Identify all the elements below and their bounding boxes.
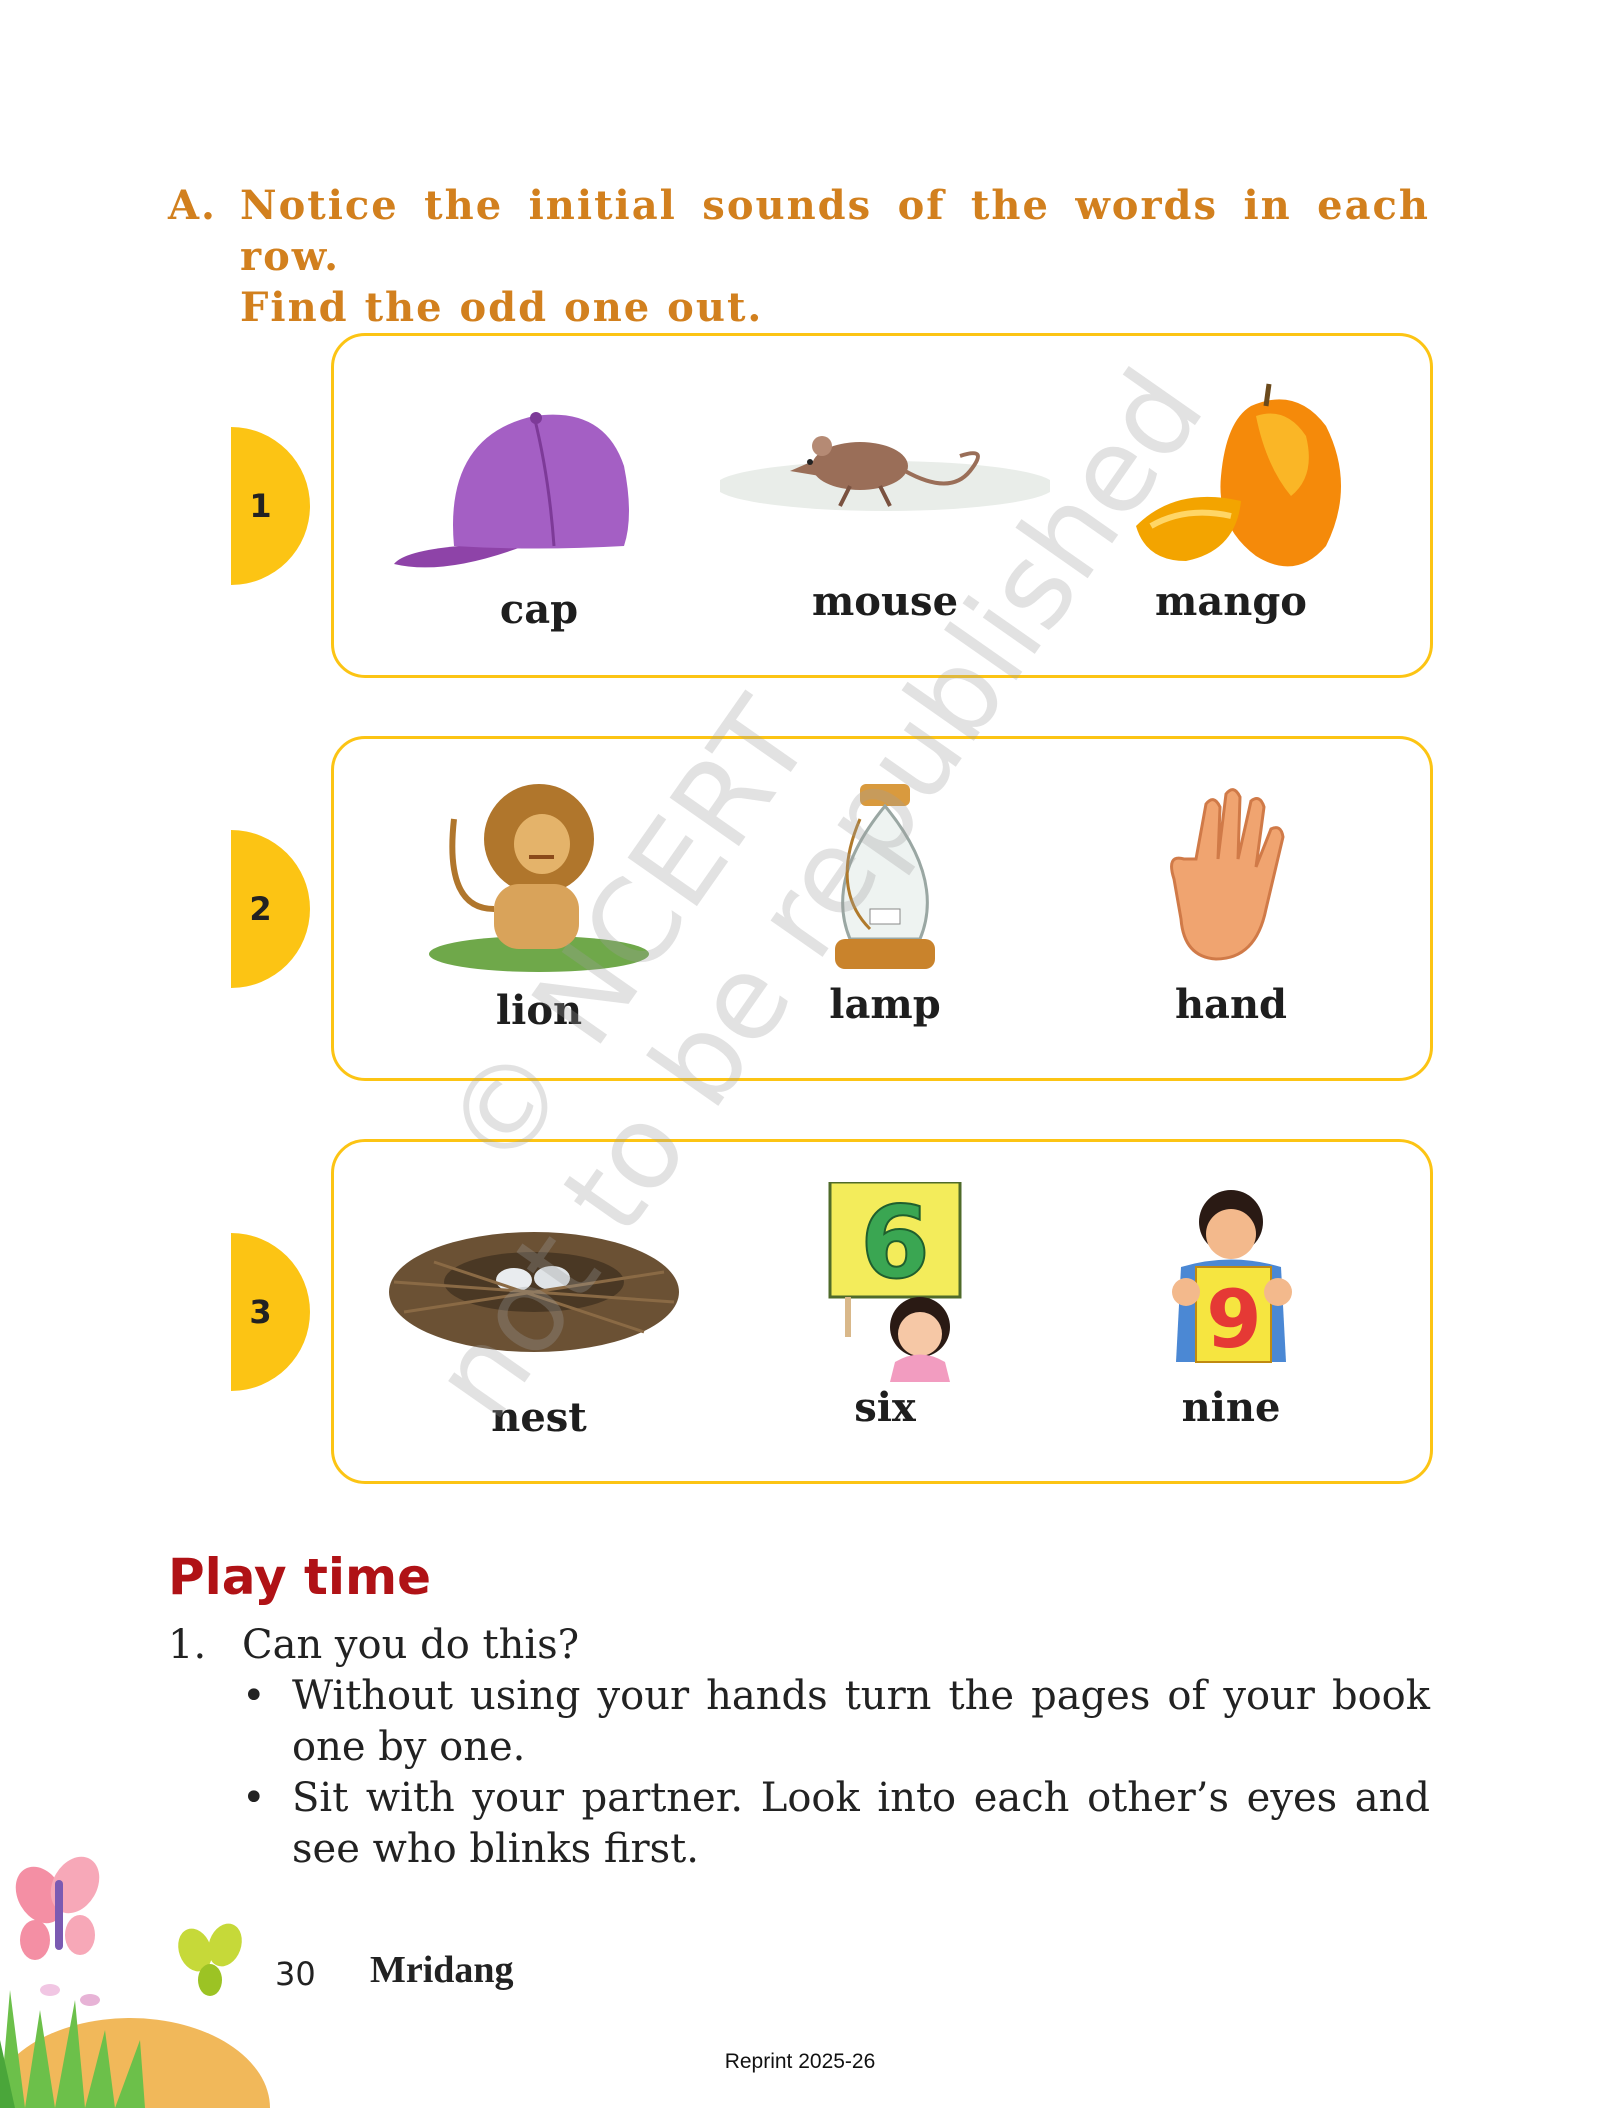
word-cell: mouse (720, 336, 1050, 675)
mango-icon (1136, 383, 1341, 567)
bullet-item: • Without using your hands turn the page… (242, 1671, 1430, 1773)
nest-icon (389, 1232, 679, 1352)
lantern-icon (835, 784, 935, 969)
word-cell: 9 nine (1066, 1142, 1396, 1481)
girl-holding-six-icon: 6 (828, 1182, 962, 1382)
word-cell: cap (374, 336, 704, 675)
word-row: nest 6 six 9 nine (331, 1139, 1433, 1484)
row-number-tab: 2 (231, 830, 310, 988)
word-label: lion (495, 987, 583, 1034)
play-time-list: 1. Can you do this? • Without using your… (168, 1620, 1430, 1875)
bullet-text: Sit with your partner. Look into each ot… (292, 1775, 1430, 1872)
exercise-heading: A. Notice the initial sounds of the word… (168, 180, 1430, 333)
word-row: lion lamp hand (331, 736, 1433, 1081)
word-label: nine (1181, 1384, 1281, 1431)
word-label: hand (1174, 981, 1288, 1028)
exercise-instruction-line1: Notice the initial sounds of the words i… (240, 182, 1430, 280)
boy-holding-nine-icon: 9 (1172, 1190, 1292, 1366)
word-row: cap mouse mango (331, 333, 1433, 678)
hand-icon (1170, 788, 1285, 961)
play-item-number: 1. (168, 1622, 207, 1668)
play-time-heading: Play time (168, 1548, 432, 1606)
row-number-tab: 3 (231, 1233, 310, 1391)
word-cell: nest (374, 1142, 704, 1481)
word-label: mouse (811, 578, 959, 625)
play-item: 1. Can you do this? (168, 1620, 1430, 1671)
word-cell: hand (1066, 739, 1396, 1078)
page-number: 30 (275, 1955, 316, 1993)
book-title: Mridang (370, 1949, 514, 1991)
bullet-dot: • (242, 1673, 266, 1719)
lion-icon (429, 784, 649, 972)
svg-text:9: 9 (1206, 1273, 1262, 1366)
word-label: cap (499, 586, 579, 633)
word-label: mango (1155, 578, 1307, 625)
word-cell: mango (1066, 336, 1396, 675)
word-label: lamp (829, 981, 941, 1028)
word-cell: lion (374, 739, 704, 1078)
exercise-instruction-line2: Find the odd one out. (240, 284, 764, 331)
bullet-item: • Sit with your partner. Look into each … (242, 1773, 1430, 1875)
word-cell: 6 six (720, 1142, 1050, 1481)
play-item-bullets: • Without using your hands turn the page… (242, 1671, 1430, 1875)
reprint-note: Reprint 2025-26 (724, 2050, 876, 2073)
mouse-icon (720, 436, 1050, 511)
word-label: nest (491, 1394, 587, 1441)
bullet-text: Without using your hands turn the pages … (292, 1673, 1430, 1770)
svg-text:6: 6 (860, 1184, 930, 1301)
purple-cap-icon (394, 412, 629, 568)
row-number-tab: 1 (231, 427, 310, 585)
word-label: six (854, 1384, 916, 1431)
exercise-label: A. (168, 182, 217, 229)
play-item-question: Can you do this? (242, 1622, 580, 1668)
word-cell: lamp (720, 739, 1050, 1078)
